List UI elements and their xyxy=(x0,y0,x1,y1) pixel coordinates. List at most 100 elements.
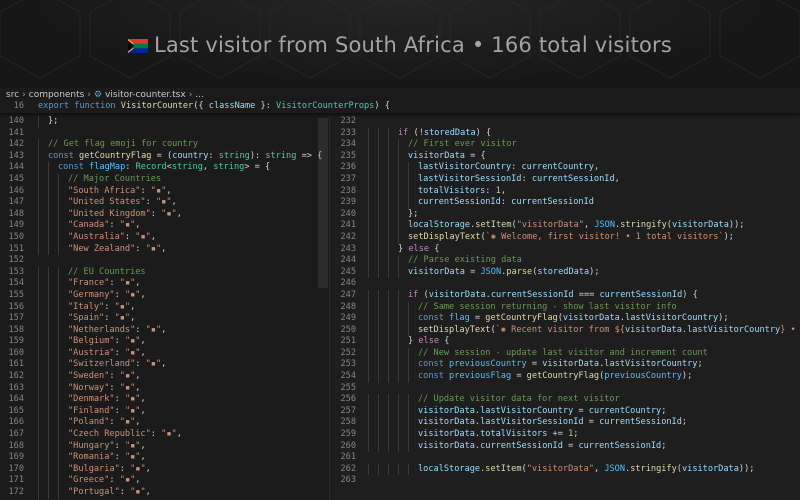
indent-guide xyxy=(388,324,389,337)
code-line[interactable]: 162 "Sweden": "▪", xyxy=(0,371,330,383)
code-line[interactable]: 164 "Denmark": "▪", xyxy=(0,394,330,406)
code-line[interactable]: 161 "Switzerland": "▪", xyxy=(0,359,330,372)
code-line[interactable]: 149 "Canada": "▪", xyxy=(0,220,330,232)
indent-guide xyxy=(398,313,399,325)
code-line[interactable]: 247 if (visitorData.currentSessionId === … xyxy=(330,289,800,302)
code-line[interactable]: 252 // New session - update last visitor … xyxy=(330,347,800,360)
code-line[interactable]: 140}; xyxy=(0,116,330,128)
editor-pane-left[interactable]: 140}; 141 142// Get flag emoji for country… xyxy=(0,116,330,500)
code-line[interactable]: 150 "Australia": "▪", xyxy=(0,231,330,244)
code-line[interactable]: 255 xyxy=(330,383,800,395)
code-line[interactable]: 172 "Portugal": "▪", xyxy=(0,487,330,499)
code-line[interactable]: 243} else { xyxy=(330,243,800,256)
code-line[interactable]: 234 // First ever visitor xyxy=(330,139,800,151)
code-line[interactable]: 163 "Norway": "▪", xyxy=(0,382,330,395)
code-line[interactable]: 166 "Poland": "▪", xyxy=(0,417,330,430)
code-editor[interactable]: src › components › ⚙ visitor-counter.tsx ›... … xyxy=(0,88,800,500)
indent-guide xyxy=(388,440,389,453)
code-line[interactable]: 148 "United Kingdom": "▪", xyxy=(0,208,330,221)
code-line[interactable]: 241 localStorage.setItem("visitorData", J… xyxy=(330,220,800,232)
code-line[interactable]: 260 visitorData.currentSessionId = curren… xyxy=(330,440,800,453)
code-token: , xyxy=(150,231,156,242)
code-line[interactable]: 146 "South Africa": "▪", xyxy=(0,185,330,198)
code-line[interactable]: 151 "New Zealand": "▪", xyxy=(0,243,330,256)
code-token: string xyxy=(213,162,245,173)
code-line[interactable]: 168 "Hungary": "▪", xyxy=(0,440,330,453)
code-line[interactable]: 170 "Bulgaria": "▪", xyxy=(0,463,330,476)
code-line[interactable]: 160 "Austria": "▪", xyxy=(0,347,330,360)
sticky-scroll-header[interactable]: 16 export function VisitorCounter({ class… xyxy=(0,100,800,113)
code-line[interactable]: 169 "Romania": "▪", xyxy=(0,452,330,464)
code-token: else xyxy=(418,336,445,347)
code-line[interactable]: 263 xyxy=(330,475,800,487)
code-line[interactable]: 239 currentSessionId: currentSessionId xyxy=(330,197,800,209)
code-line[interactable]: 237 lastVisitorSessionId: currentSessionI… xyxy=(330,173,800,186)
code-line[interactable]: 235 visitorData = { xyxy=(330,150,800,163)
code-line[interactable]: 141 xyxy=(0,128,330,140)
indent-guide xyxy=(398,185,399,198)
code-line[interactable]: 145 // Major Countries xyxy=(0,173,330,186)
code-line[interactable]: 253 const previousCountry = visitorData.l… xyxy=(330,359,800,372)
code-line[interactable]: 256 // Update visitor data for next visit… xyxy=(330,394,800,406)
code-token: lastVisitorCountry xyxy=(625,313,719,324)
code-line[interactable]: 159 "Belgium": "▪", xyxy=(0,336,330,348)
code-token: stringify xyxy=(620,220,667,231)
code-line[interactable]: 158 "Netherlands": "▪", xyxy=(0,324,330,337)
code-line[interactable]: 152 xyxy=(0,255,330,267)
code-line[interactable]: 147 "United States": "▪", xyxy=(0,197,330,209)
code-line[interactable]: 261 xyxy=(330,452,800,464)
code-line[interactable]: 246 xyxy=(330,278,800,290)
code-token: , xyxy=(135,220,141,231)
code-line[interactable]: 248 // Same session returning - show last… xyxy=(330,301,800,314)
code-token: , xyxy=(145,487,151,497)
code-line[interactable]: 254 const previousFlag = getCountryFlag(p… xyxy=(330,371,800,383)
code-line[interactable]: 171 "Greece": "▪", xyxy=(0,475,330,487)
code-token: } xyxy=(408,336,419,347)
breadcrumb-more[interactable]: ... xyxy=(195,90,204,100)
indent-guide xyxy=(58,394,59,406)
breadcrumb-file[interactable]: visitor-counter.tsx xyxy=(105,90,186,100)
code-line[interactable]: 258 visitorData.lastVisitorSessionId = cu… xyxy=(330,417,800,430)
code-token: { xyxy=(434,243,440,254)
code-line[interactable]: 156 "Italy": "▪", xyxy=(0,301,330,314)
code-line[interactable]: 249 const flag = getCountryFlag(visitorDa… xyxy=(330,313,800,325)
code-line[interactable]: 238 totalVisitors: 1, xyxy=(330,185,800,198)
code-line[interactable]: 251} else { xyxy=(330,336,800,348)
code-line[interactable]: 157 "Spain": "▪", xyxy=(0,313,330,325)
code-line[interactable]: 244 // Parse existing data xyxy=(330,255,800,267)
code-line[interactable]: 233 if (!storedData) { xyxy=(330,127,800,140)
code-line[interactable]: 167 "Czech Republic": "▪", xyxy=(0,429,330,441)
code-token: : xyxy=(114,336,125,347)
editor-pane-right[interactable]: 232 233 if (!storedData) {234// First ever… xyxy=(330,116,800,500)
left-scrollbar[interactable] xyxy=(318,118,328,288)
code-line[interactable]: 153 // EU Countries xyxy=(0,266,330,279)
code-line[interactable]: 154 "France": "▪", xyxy=(0,278,330,290)
code-line[interactable]: 259 visitorData.totalVisitors += 1; xyxy=(330,429,800,441)
breadcrumb-src[interactable]: src xyxy=(6,90,19,100)
code-line[interactable]: 257 visitorData.lastVisitorCountry = curr… xyxy=(330,405,800,418)
code-line[interactable]: 245 visitorData = JSON.parse(storedData); xyxy=(330,266,800,279)
visitor-banner: Last visitor from South Africa • 166 tot… xyxy=(0,0,800,88)
line-number: 170 xyxy=(8,463,24,474)
code-token: , xyxy=(130,313,136,324)
line-number: 152 xyxy=(8,255,24,266)
code-line[interactable]: 262 localStorage.setItem("visitorData", J… xyxy=(330,463,800,476)
code-line[interactable]: 155 "Germany": "▪", xyxy=(0,289,330,302)
code-line[interactable]: 242 setDisplayText(`✺ Welcome, first visi… xyxy=(330,231,800,244)
code-line[interactable]: 232 xyxy=(330,116,800,128)
code-line[interactable]: 240}; xyxy=(330,208,800,221)
indent-guide xyxy=(408,440,409,453)
line-number: 166 xyxy=(8,417,24,428)
code-line[interactable]: 143 const getCountryFlag = (country: stri… xyxy=(0,150,330,163)
line-number: 160 xyxy=(8,347,24,358)
code-token: setDisplayText xyxy=(418,324,491,335)
indent-guide xyxy=(38,359,39,372)
code-line[interactable]: 250 setDisplayText(`✺ Recent visitor from… xyxy=(330,324,800,337)
code-line[interactable]: 142 // Get flag emoji for country xyxy=(0,139,330,151)
code-line[interactable]: 165 "Finland": "▪", xyxy=(0,405,330,418)
breadcrumb-components[interactable]: components xyxy=(29,90,85,100)
indent-guide xyxy=(388,162,389,174)
code-token: : xyxy=(119,463,131,474)
code-line[interactable]: 236 lastVisitorCountry: currentCountry, xyxy=(330,162,800,174)
code-line[interactable]: 144 const flagMap: Record<string, string>… xyxy=(0,162,330,174)
